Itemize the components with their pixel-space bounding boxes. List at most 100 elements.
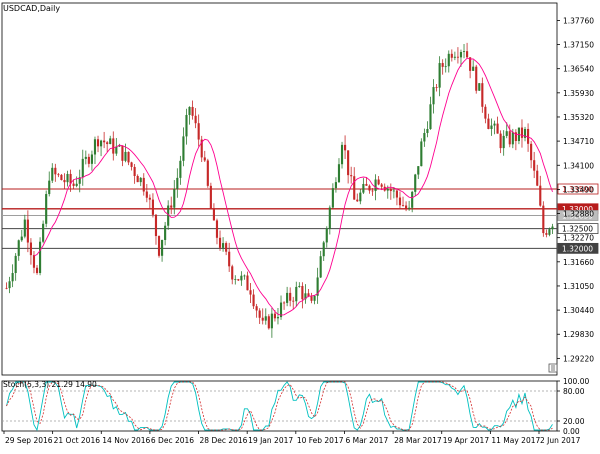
candle-body [176,177,179,190]
candle-body [426,129,429,133]
candle-body [356,199,359,202]
price-tick-label: 1.37150 [563,41,594,50]
candle-body [63,179,66,183]
candle-body [26,219,29,243]
candle-body [362,183,365,193]
price-tick-label: 1.35320 [563,113,594,122]
candle-body [103,140,106,143]
candle-body [539,185,542,206]
candle-body [417,166,420,175]
candle-body [505,131,508,136]
candle-body [246,275,249,291]
candle-body [444,66,447,68]
candle-body [459,52,463,58]
candle-body [353,176,356,200]
candle-body [109,138,112,145]
candle-body [136,175,139,183]
candle-body [331,188,334,208]
candle-body [157,236,161,256]
candle-body [218,237,222,248]
candle-body [255,306,258,311]
candle-body [5,287,8,289]
candle-body [374,179,377,191]
forex-chart: 1.33500 1.33000 1.32839 1.32500 1.32000 1.37… [0,0,600,450]
candle-body [377,179,380,185]
candle-body [237,279,240,281]
candle-body [432,87,435,105]
price-tick-label: 1.29830 [563,330,594,339]
candle-body [371,190,374,192]
candle-body [487,118,490,129]
date-tick-label: 2 Jun 2017 [540,436,581,445]
candle-body [222,243,225,248]
autoscroll-icon[interactable] [548,363,558,373]
candle-body [96,139,100,147]
candle-body [161,239,164,256]
candle-body [350,175,353,177]
candle-body [508,131,511,145]
stochastic-tick-label: 20.00 [563,417,585,426]
candle-body [182,136,185,161]
candle-body [29,242,32,256]
candle-body [234,279,237,280]
date-tick-label: 10 Feb 2017 [297,436,344,445]
candle-body [179,160,182,178]
candle-body [530,143,533,161]
candle-body [423,132,426,142]
price-tick-label: 1.34710 [563,137,594,146]
candle-body [365,183,368,186]
candle-body [447,53,450,67]
candle-body [121,145,124,161]
date-tick-label: 14 Nov 2016 [102,436,150,445]
candle-body [93,139,97,155]
candle-body [319,256,322,278]
candle-body [142,177,145,192]
candle-body [188,106,191,115]
candle-body [209,185,212,209]
candle-body [206,160,209,186]
candle-body [453,56,456,58]
date-tick-label: 28 Mar 2017 [394,436,442,445]
price-axis: 1.37760 1.37150 1.36540 1.35930 1.35320 1.347… [557,16,594,363]
candle-body [533,160,536,171]
candle-body [380,184,383,187]
candle-body [100,140,103,147]
candle-body [54,167,57,175]
candle-body [414,174,417,192]
candle-body [292,300,295,302]
candle-body [273,313,276,319]
candle-body [441,63,444,67]
candle-body [551,226,554,230]
candle-body [90,154,93,164]
candle-body [42,223,45,242]
price-tick-label: 1.37760 [563,16,594,25]
candle-body [301,285,304,300]
candle-body [145,191,148,198]
symbol-label: USDCAD,Daily [3,4,60,13]
date-tick-label: 28 Dec 2016 [200,436,248,445]
candle-body [112,138,115,154]
candle-body [289,292,292,301]
candle-body [130,162,133,167]
candle-body [151,199,154,215]
candle-body [478,83,481,91]
candle-body [481,83,484,107]
candle-body [87,156,90,164]
candle-body [334,182,337,189]
candle-body [313,295,316,301]
candle-body [225,243,228,252]
candle-body [23,219,26,237]
candle-body [20,236,23,241]
candle-body [401,205,405,207]
candle-body [243,275,246,277]
price-tick-label: 1.30440 [563,306,594,315]
candle-body [212,208,215,221]
candle-body [231,266,234,280]
candle-body [8,281,11,289]
candle-body [548,229,551,235]
candle-body [81,158,84,178]
candle-body [164,225,167,240]
candle-body [386,188,389,191]
candle-body [408,207,411,209]
chart-canvas: 1.335001.330001.328391.325001.32000 1.37… [0,0,600,450]
